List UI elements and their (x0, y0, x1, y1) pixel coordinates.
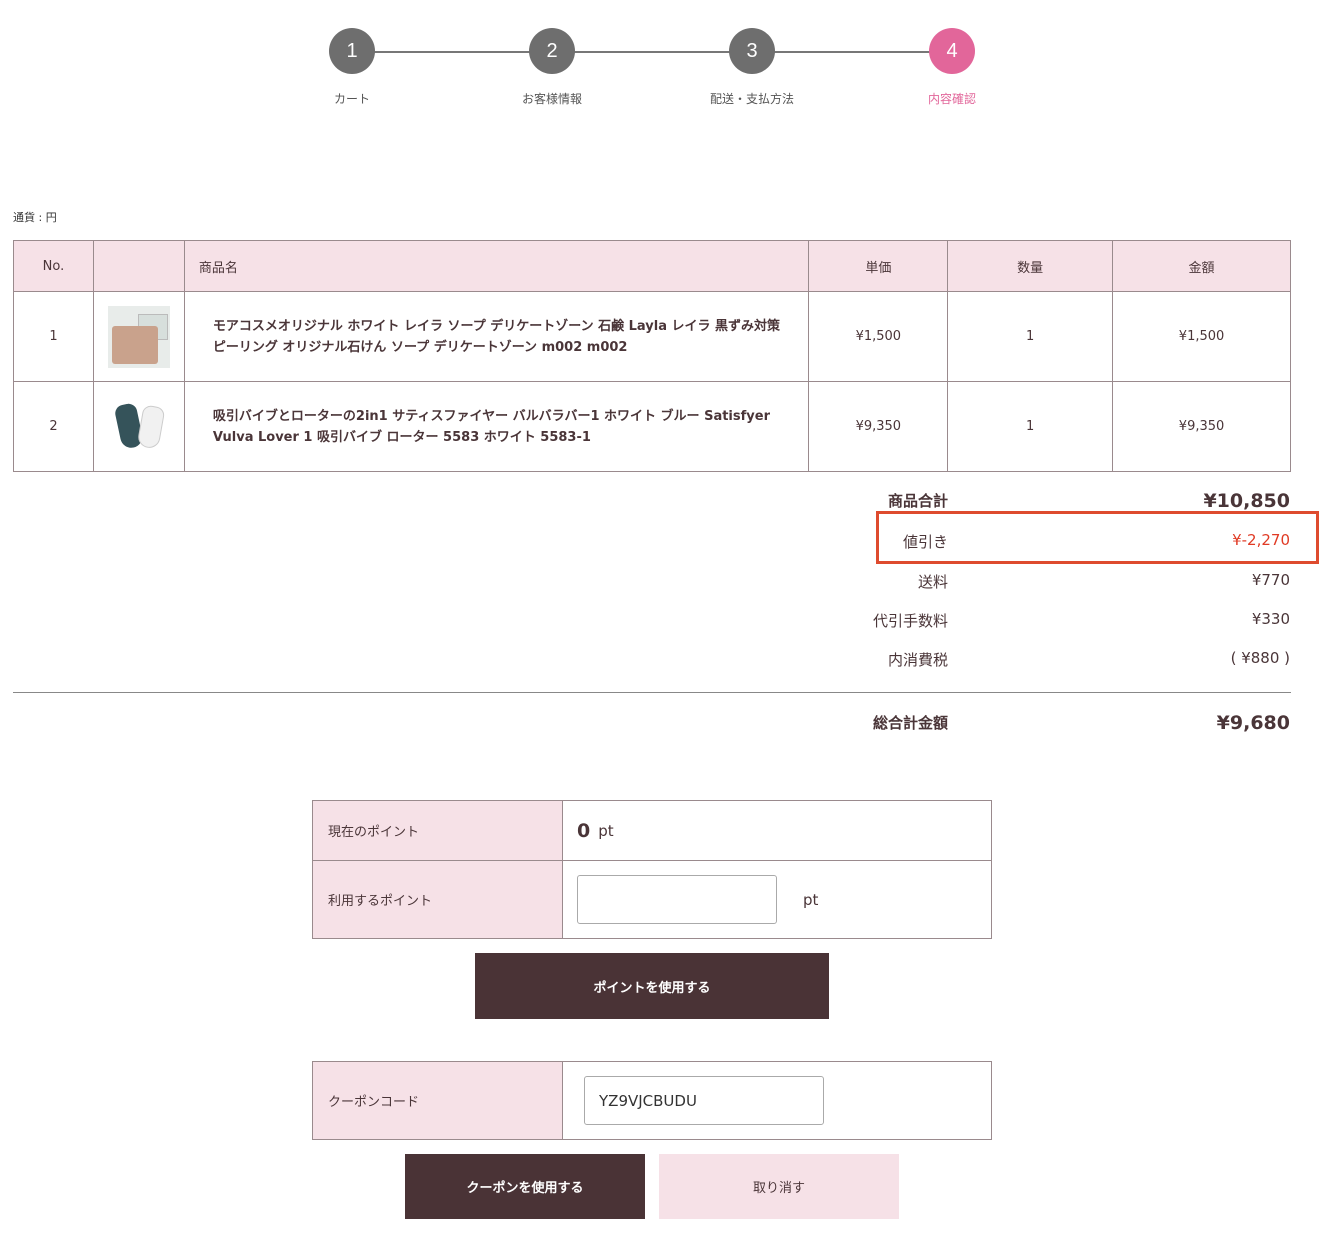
total-label: 総合計金額 (872, 714, 948, 732)
coupon-row: クーポンコード YZ9VJCBUDU (313, 1062, 991, 1139)
cod-fee-row: 代引手数料 ¥330 (848, 610, 1290, 636)
col-amount: 金額 (1112, 240, 1291, 292)
discount-label: 値引き (902, 533, 948, 551)
table-header-row: No. 商品名 単価 数量 金額 (13, 240, 1291, 292)
cancel-coupon-button[interactable]: 取り消す (659, 1154, 899, 1219)
subtotal-label: 商品合計 (887, 492, 948, 510)
cart-table: No. 商品名 単価 数量 金額 1 モアコスメオリジナル ホワイト レイラ ソ… (13, 240, 1291, 472)
step-label: 配送・支払方法 (709, 92, 794, 106)
table-row: 1 モアコスメオリジナル ホワイト レイラ ソープ デリケートゾーン 石鹸 La… (13, 291, 1291, 382)
table-row: 2 吸引バイブとローターの2in1 サティスファイヤー バルバラバー1 ホワイト… (13, 381, 1291, 472)
unit-price: ¥9,350 (808, 381, 949, 472)
row-no: 2 (13, 381, 94, 472)
row-image (92, 381, 185, 472)
tax-label: 内消費税 (887, 651, 948, 669)
col-name: 商品名 (183, 240, 810, 292)
col-no: No. (13, 240, 94, 292)
col-image (92, 240, 185, 292)
current-points-value-cell: 0 pt (563, 801, 991, 860)
unit-price: ¥1,500 (808, 291, 949, 382)
tax-row: 内消費税 ( ¥880 ) (848, 649, 1290, 675)
cod-fee-label: 代引手数料 (872, 612, 948, 630)
currency-note: 通貨 : 円 (13, 211, 57, 224)
use-points-row: 利用するポイント pt (313, 861, 991, 938)
shipping-label: 送料 (917, 573, 948, 591)
discount-row: 値引き ¥-2,270 (848, 531, 1290, 557)
coupon-code-input[interactable]: YZ9VJCBUDU (584, 1076, 824, 1125)
step-label: 内容確認 (927, 92, 976, 106)
toy-product-image[interactable] (107, 395, 170, 458)
product-name[interactable]: モアコスメオリジナル ホワイト レイラ ソープ デリケートゾーン 石鹸 Layl… (183, 291, 810, 382)
step-label: カート (333, 92, 370, 106)
col-quantity: 数量 (947, 240, 1114, 292)
step-number: 3 (729, 28, 775, 74)
step-number: 1 (329, 28, 375, 74)
summary-divider (13, 692, 1291, 693)
total-row: 総合計金額 ¥9,680 (848, 712, 1290, 738)
product-name[interactable]: 吸引バイブとローターの2in1 サティスファイヤー バルバラバー1 ホワイト ブ… (183, 381, 810, 472)
coupon-value-cell: YZ9VJCBUDU (563, 1062, 991, 1139)
row-image (92, 291, 185, 382)
tax-value: ( ¥880 ) (1230, 649, 1290, 667)
checkout-stepper: 1 カート 2 お客様情報 3 配送・支払方法 4 内容確認 (0, 28, 1336, 118)
soap-product-image[interactable] (107, 305, 170, 368)
step-confirm: 4 内容確認 (892, 28, 1012, 107)
use-points-button[interactable]: ポイントを使用する (475, 953, 829, 1019)
current-points-value: 0 (577, 819, 591, 842)
current-points-label: 現在のポイント (313, 801, 563, 860)
row-no: 1 (13, 291, 94, 382)
step-number: 2 (529, 28, 575, 74)
step-label: お客様情報 (521, 92, 582, 106)
step-cart: 1 カート (292, 28, 412, 107)
use-points-input[interactable] (577, 875, 777, 924)
use-points-unit: pt (803, 890, 819, 909)
cod-fee-value: ¥330 (1251, 610, 1290, 628)
discount-value: ¥-2,270 (1232, 531, 1290, 549)
current-points-unit: pt (598, 821, 614, 840)
quantity: 1 (947, 381, 1114, 472)
stepper-line (352, 51, 952, 53)
amount: ¥9,350 (1112, 381, 1291, 472)
current-points-row: 現在のポイント 0 pt (313, 801, 991, 861)
amount: ¥1,500 (1112, 291, 1291, 382)
use-coupon-button[interactable]: クーポンを使用する (405, 1154, 645, 1219)
points-table: 現在のポイント 0 pt 利用するポイント pt (312, 800, 992, 939)
subtotal-value: ¥10,850 (1203, 490, 1290, 512)
coupon-label: クーポンコード (313, 1062, 563, 1139)
step-customer-info: 2 お客様情報 (492, 28, 612, 107)
total-value: ¥9,680 (1216, 712, 1290, 734)
quantity: 1 (947, 291, 1114, 382)
col-unit-price: 単価 (808, 240, 949, 292)
step-shipping-payment: 3 配送・支払方法 (692, 28, 812, 107)
use-points-value-cell: pt (563, 861, 991, 938)
step-number: 4 (929, 28, 975, 74)
coupon-table: クーポンコード YZ9VJCBUDU (312, 1061, 992, 1140)
shipping-row: 送料 ¥770 (848, 571, 1290, 597)
use-points-label: 利用するポイント (313, 861, 563, 938)
shipping-value: ¥770 (1251, 571, 1290, 589)
